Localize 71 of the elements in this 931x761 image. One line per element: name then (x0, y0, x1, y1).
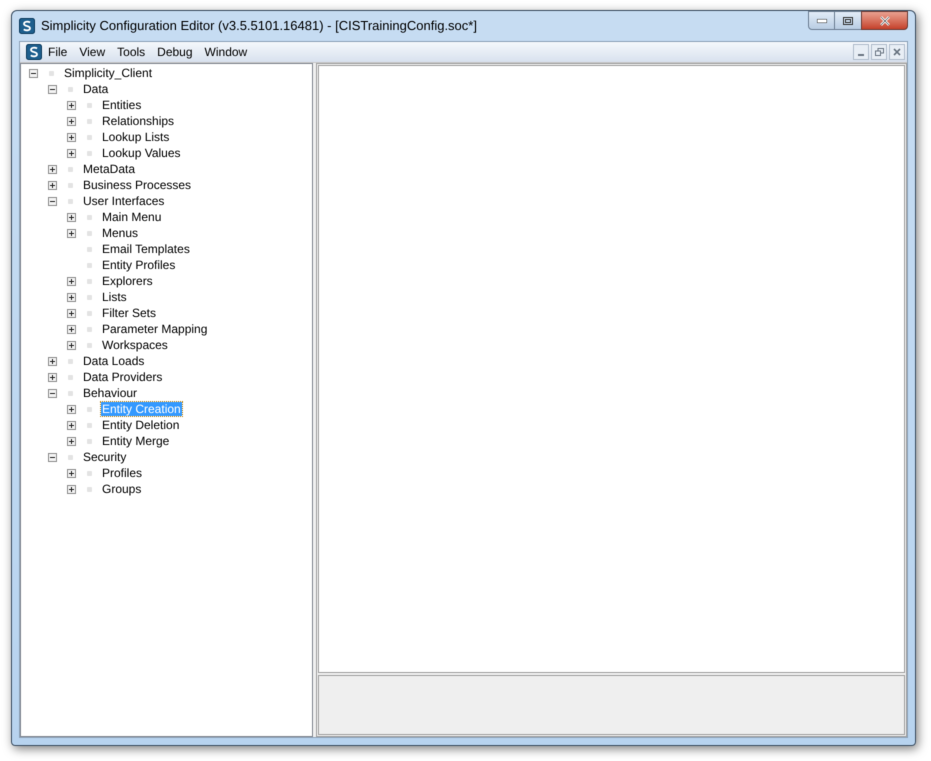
minimize-icon (816, 18, 826, 22)
close-icon (878, 16, 890, 26)
tree-item[interactable]: Entity Profiles (101, 258, 176, 272)
collapse-icon[interactable] (48, 452, 57, 462)
close-icon (893, 48, 901, 56)
maximize-icon (843, 16, 853, 24)
tree-item[interactable]: Menus (101, 226, 140, 240)
menu-item[interactable]: View (73, 43, 112, 61)
expand-icon[interactable] (67, 228, 76, 238)
tree-item[interactable]: Data Loads (82, 354, 146, 368)
child-close-button[interactable] (889, 44, 905, 60)
app-logo-icon (26, 44, 42, 60)
expand-icon[interactable] (67, 276, 76, 286)
close-button[interactable] (861, 11, 908, 30)
expand-icon[interactable] (67, 436, 76, 446)
menu-item[interactable]: Window (198, 43, 254, 61)
tree-item[interactable]: Groups (101, 482, 142, 496)
tree-item[interactable]: Main Menu (101, 210, 162, 224)
tree-item[interactable]: Workspaces (101, 338, 169, 352)
tree-item[interactable]: User Interfaces (82, 194, 166, 208)
tree-item[interactable]: Filter Sets (101, 306, 158, 320)
tree-item[interactable]: Parameter Mapping (101, 322, 208, 336)
expand-icon[interactable] (67, 132, 76, 142)
tree-item[interactable]: Relationships (101, 114, 176, 128)
expand-icon[interactable] (67, 212, 76, 222)
child-minimize-button[interactable] (853, 44, 869, 60)
tree-item[interactable]: Profiles (101, 466, 144, 480)
tree-item[interactable]: MetaData (82, 162, 136, 176)
tree-item[interactable]: Lookup Values (101, 146, 182, 160)
minimize-button[interactable] (808, 11, 835, 30)
tree-item[interactable]: Lookup Lists (101, 130, 170, 144)
minimize-icon (858, 54, 864, 56)
expand-icon[interactable] (67, 420, 76, 430)
restore-icon (874, 48, 884, 56)
expand-icon[interactable] (67, 292, 76, 302)
tree-item[interactable]: Entity Deletion (101, 418, 180, 432)
tree-item[interactable]: Data (82, 82, 110, 96)
tree-item[interactable]: Explorers (101, 274, 154, 288)
maximize-button[interactable] (835, 11, 861, 30)
tree-item[interactable]: Business Processes (82, 178, 192, 192)
expand-icon[interactable] (67, 148, 76, 158)
menu-item[interactable]: Tools (111, 43, 152, 61)
expand-icon[interactable] (67, 484, 76, 494)
app-logo-icon (19, 18, 35, 34)
child-restore-button[interactable] (871, 44, 887, 60)
tree-item[interactable]: Email Templates (101, 242, 191, 256)
tree-item[interactable]: Lists (101, 290, 128, 304)
expand-icon[interactable] (67, 340, 76, 350)
expand-icon[interactable] (67, 116, 76, 126)
expand-icon[interactable] (48, 164, 57, 174)
tree-item[interactable]: Entity Merge (101, 434, 170, 448)
expand-icon[interactable] (67, 308, 76, 318)
expand-icon[interactable] (48, 180, 57, 190)
expand-icon[interactable] (48, 372, 57, 382)
tree-item[interactable]: Simplicity_Client (63, 66, 154, 80)
menu-item[interactable]: File (42, 43, 74, 61)
tree-item[interactable]: Entities (101, 98, 142, 112)
expand-icon[interactable] (67, 100, 76, 110)
tree-item[interactable]: Behaviour (82, 386, 138, 400)
tree-item[interactable]: Data Providers (82, 370, 164, 384)
collapse-icon[interactable] (48, 84, 57, 94)
collapse-icon[interactable] (29, 68, 38, 78)
window-title: Simplicity Configuration Editor (v3.5.5101.16481) - [CISTrainingConfig.soc*] (41, 17, 477, 36)
expand-icon[interactable] (67, 468, 76, 478)
collapse-icon[interactable] (48, 196, 57, 206)
menu-item[interactable]: Debug (151, 43, 199, 61)
expand-icon[interactable] (67, 404, 76, 414)
expand-icon[interactable] (48, 356, 57, 366)
expand-icon[interactable] (67, 324, 76, 334)
tree-item[interactable]: Security (82, 450, 128, 464)
collapse-icon[interactable] (48, 388, 57, 398)
